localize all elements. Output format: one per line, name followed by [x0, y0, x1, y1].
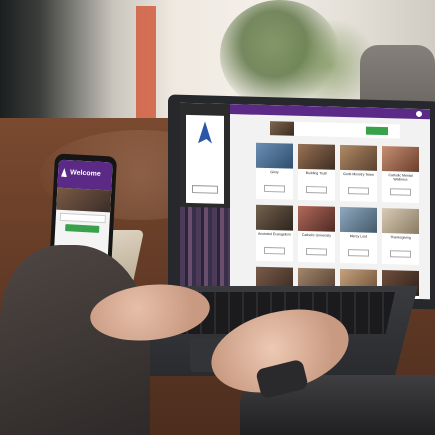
church-tile-grid: Glory Building Truth Gods Ministry Team …: [256, 142, 426, 299]
tile-button[interactable]: [306, 186, 327, 194]
phone-welcome-title: Welcome: [69, 169, 101, 178]
church-tile[interactable]: Mercy Lord: [340, 206, 377, 264]
tile-label: Glory: [270, 170, 279, 175]
church-tile[interactable]: Glory: [256, 142, 293, 200]
tile-label: Catholic University: [302, 232, 331, 238]
tile-image: [382, 146, 419, 172]
tile-image: [340, 144, 377, 171]
tile-button[interactable]: [264, 184, 285, 193]
tile-label: Catholic Mental Wellness: [388, 173, 413, 182]
sidebar-card: [186, 114, 224, 204]
tile-button[interactable]: [390, 188, 411, 196]
sidebar-button[interactable]: [192, 185, 218, 194]
church-tile[interactable]: Anointed Evangelism: [256, 204, 293, 262]
tile-image: [256, 204, 293, 231]
tile-button[interactable]: [306, 248, 327, 256]
church-thumbnail: [270, 121, 294, 136]
tile-button[interactable]: [348, 187, 369, 195]
phone-church-select[interactable]: [59, 212, 106, 224]
phone-header: Welcome: [57, 159, 113, 191]
phone-hero-image: [56, 187, 112, 213]
tile-image: [340, 206, 377, 233]
church-tile[interactable]: Catholic University: [298, 205, 335, 263]
tile-label: Anointed Evangelism: [258, 231, 291, 237]
tile-label: Gods Ministry Team: [343, 171, 374, 177]
tile-label: Thanksgiving: [390, 235, 411, 240]
church-tile[interactable]: Catholic Mental Wellness: [382, 146, 419, 203]
window-frame: [136, 6, 156, 126]
church-logo-icon: [61, 168, 67, 177]
phone-go-button[interactable]: [65, 224, 100, 233]
tile-button[interactable]: [264, 246, 285, 255]
stained-glass-image: [180, 206, 230, 295]
church-selector: [270, 121, 400, 139]
tile-image: [382, 208, 419, 234]
church-tile[interactable]: Thanksgiving: [382, 208, 419, 265]
church-tile[interactable]: Building Truth: [298, 143, 335, 201]
tile-image: [298, 205, 335, 232]
select-button[interactable]: [366, 126, 388, 136]
tile-button[interactable]: [348, 249, 369, 257]
church-logo-icon: [198, 121, 212, 143]
tile-image: [256, 142, 293, 169]
tile-button[interactable]: [390, 250, 411, 258]
tile-image: [298, 143, 335, 170]
sidebar: [180, 102, 230, 295]
photo-scene: Welcome Glory Building Truth Gods Minist…: [0, 0, 435, 435]
laptop-screen: Glory Building Truth Gods Ministry Team …: [180, 102, 430, 300]
church-tile[interactable]: Gods Ministry Team: [340, 144, 377, 202]
tile-label: Mercy Lord: [349, 234, 368, 239]
main-panel: Glory Building Truth Gods Ministry Team …: [230, 104, 430, 300]
tile-label: Building Truth: [305, 171, 328, 176]
user-icon[interactable]: [416, 110, 422, 118]
sidebar-title: [188, 149, 222, 150]
